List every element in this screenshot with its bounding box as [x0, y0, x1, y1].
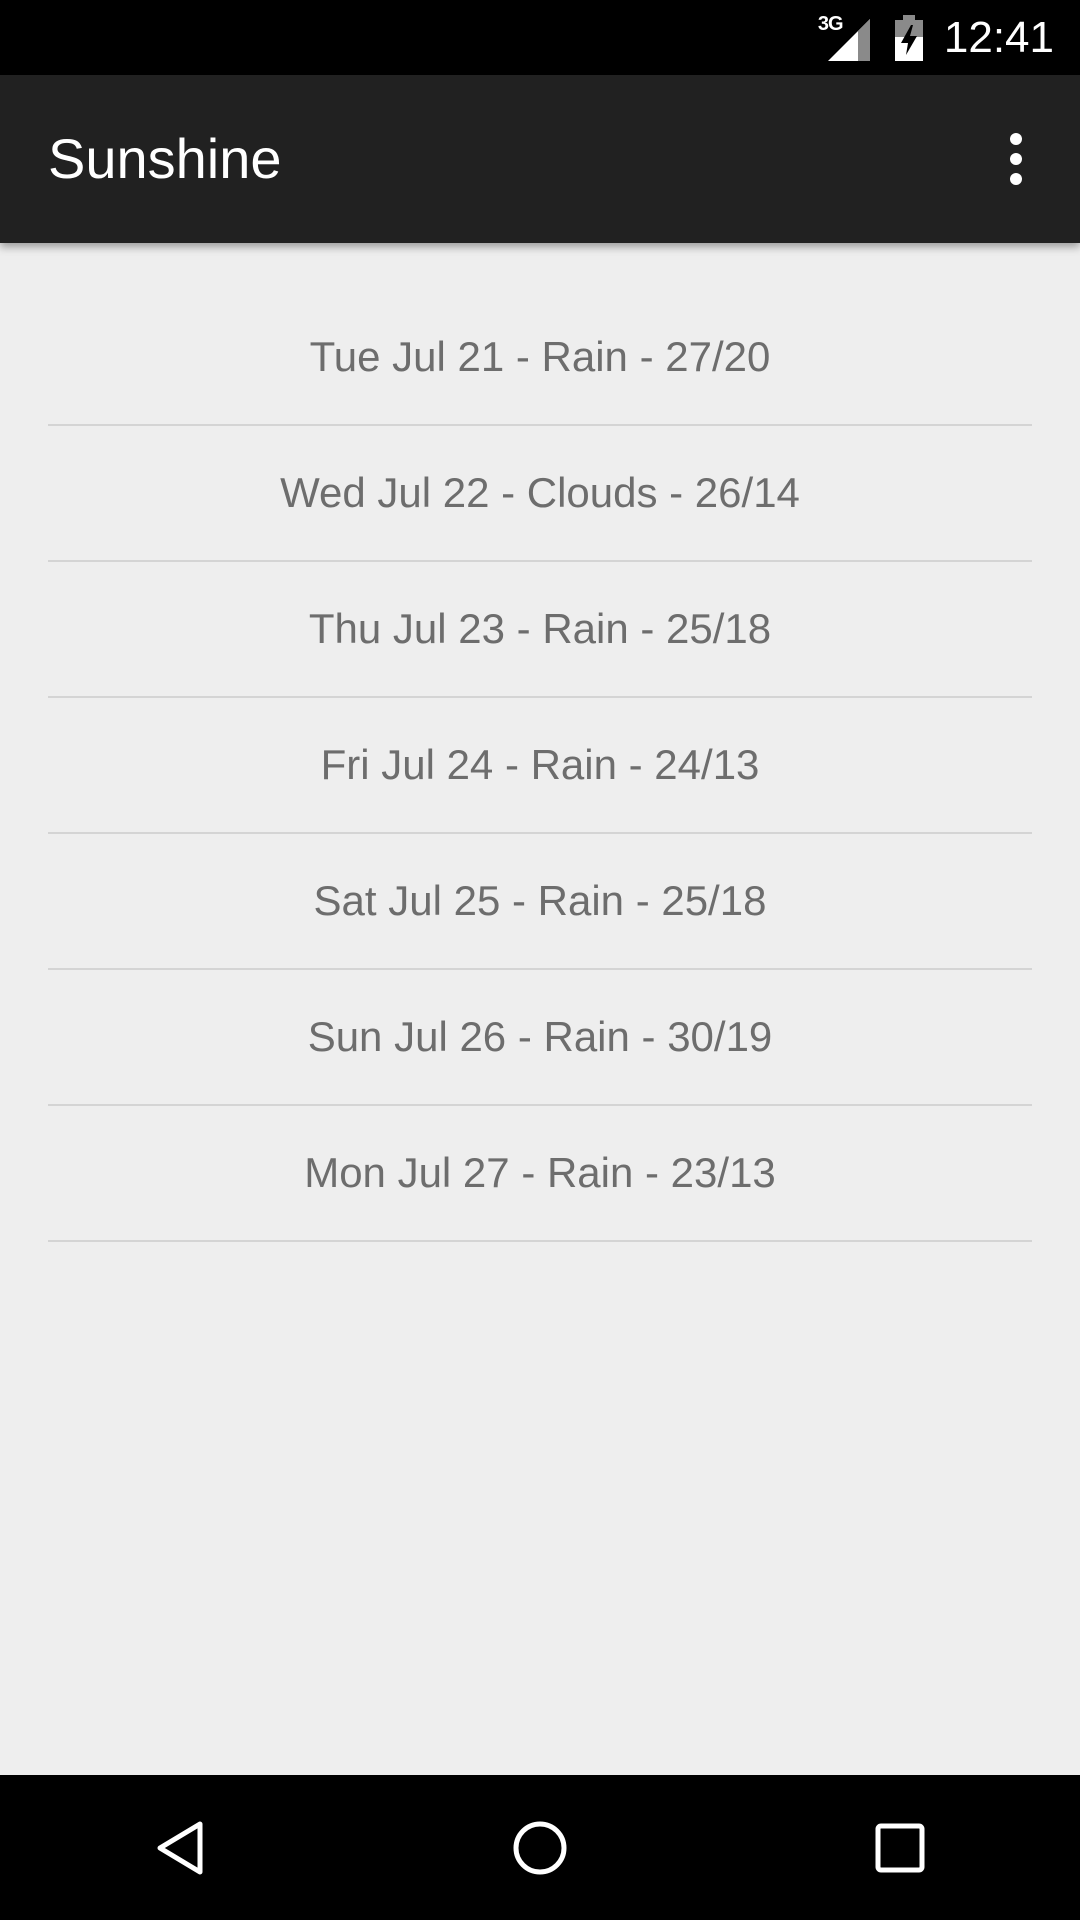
- app-title: Sunshine: [48, 127, 282, 190]
- recents-icon[interactable]: [840, 1788, 960, 1908]
- list-item[interactable]: Sat Jul 25 - Rain - 25/18: [48, 834, 1032, 970]
- home-icon[interactable]: [480, 1788, 600, 1908]
- screen: 3G 12:41 Sunshine Tue Jul 21 - Rain - 27…: [0, 0, 1080, 1920]
- forecast-text: Thu Jul 23 - Rain - 25/18: [308, 605, 772, 652]
- list-item[interactable]: Tue Jul 21 - Rain - 27/20: [48, 290, 1032, 426]
- forecast-text: Fri Jul 24 - Rain - 24/13: [320, 741, 760, 788]
- list-item[interactable]: Fri Jul 24 - Rain - 24/13: [48, 698, 1032, 834]
- navigation-bar: [0, 1775, 1080, 1920]
- list-item[interactable]: Wed Jul 22 - Clouds - 26/14: [48, 426, 1032, 562]
- forecast-text: Mon Jul 27 - Rain - 23/13: [304, 1149, 776, 1196]
- back-icon[interactable]: [120, 1788, 240, 1908]
- status-bar: 3G 12:41: [0, 0, 1080, 75]
- clock: 12:41: [943, 12, 1054, 62]
- app-bar: Sunshine: [0, 75, 1080, 243]
- forecast-text: Tue Jul 21 - Rain - 27/20: [309, 333, 771, 380]
- forecast-text: Sat Jul 25 - Rain - 25/18: [313, 877, 767, 924]
- forecast-text: Wed Jul 22 - Clouds - 26/14: [280, 469, 800, 516]
- more-vert-icon[interactable]: [976, 119, 1056, 199]
- list-item[interactable]: Thu Jul 23 - Rain - 25/18: [48, 562, 1032, 698]
- list-item[interactable]: Mon Jul 27 - Rain - 23/13: [48, 1106, 1032, 1242]
- battery-charging-icon: [894, 14, 924, 61]
- forecast-text: Sun Jul 26 - Rain - 30/19: [307, 1013, 773, 1060]
- overflow-dot: [1010, 153, 1022, 165]
- list-item[interactable]: Sun Jul 26 - Rain - 30/19: [48, 970, 1032, 1106]
- status-icons: 3G 12:41: [818, 0, 1054, 75]
- signal-icon: 3G: [818, 13, 872, 61]
- overflow-dot: [1010, 173, 1022, 185]
- forecast-list: Tue Jul 21 - Rain - 27/20 Wed Jul 22 - C…: [48, 290, 1032, 1242]
- overflow-dot: [1010, 133, 1022, 145]
